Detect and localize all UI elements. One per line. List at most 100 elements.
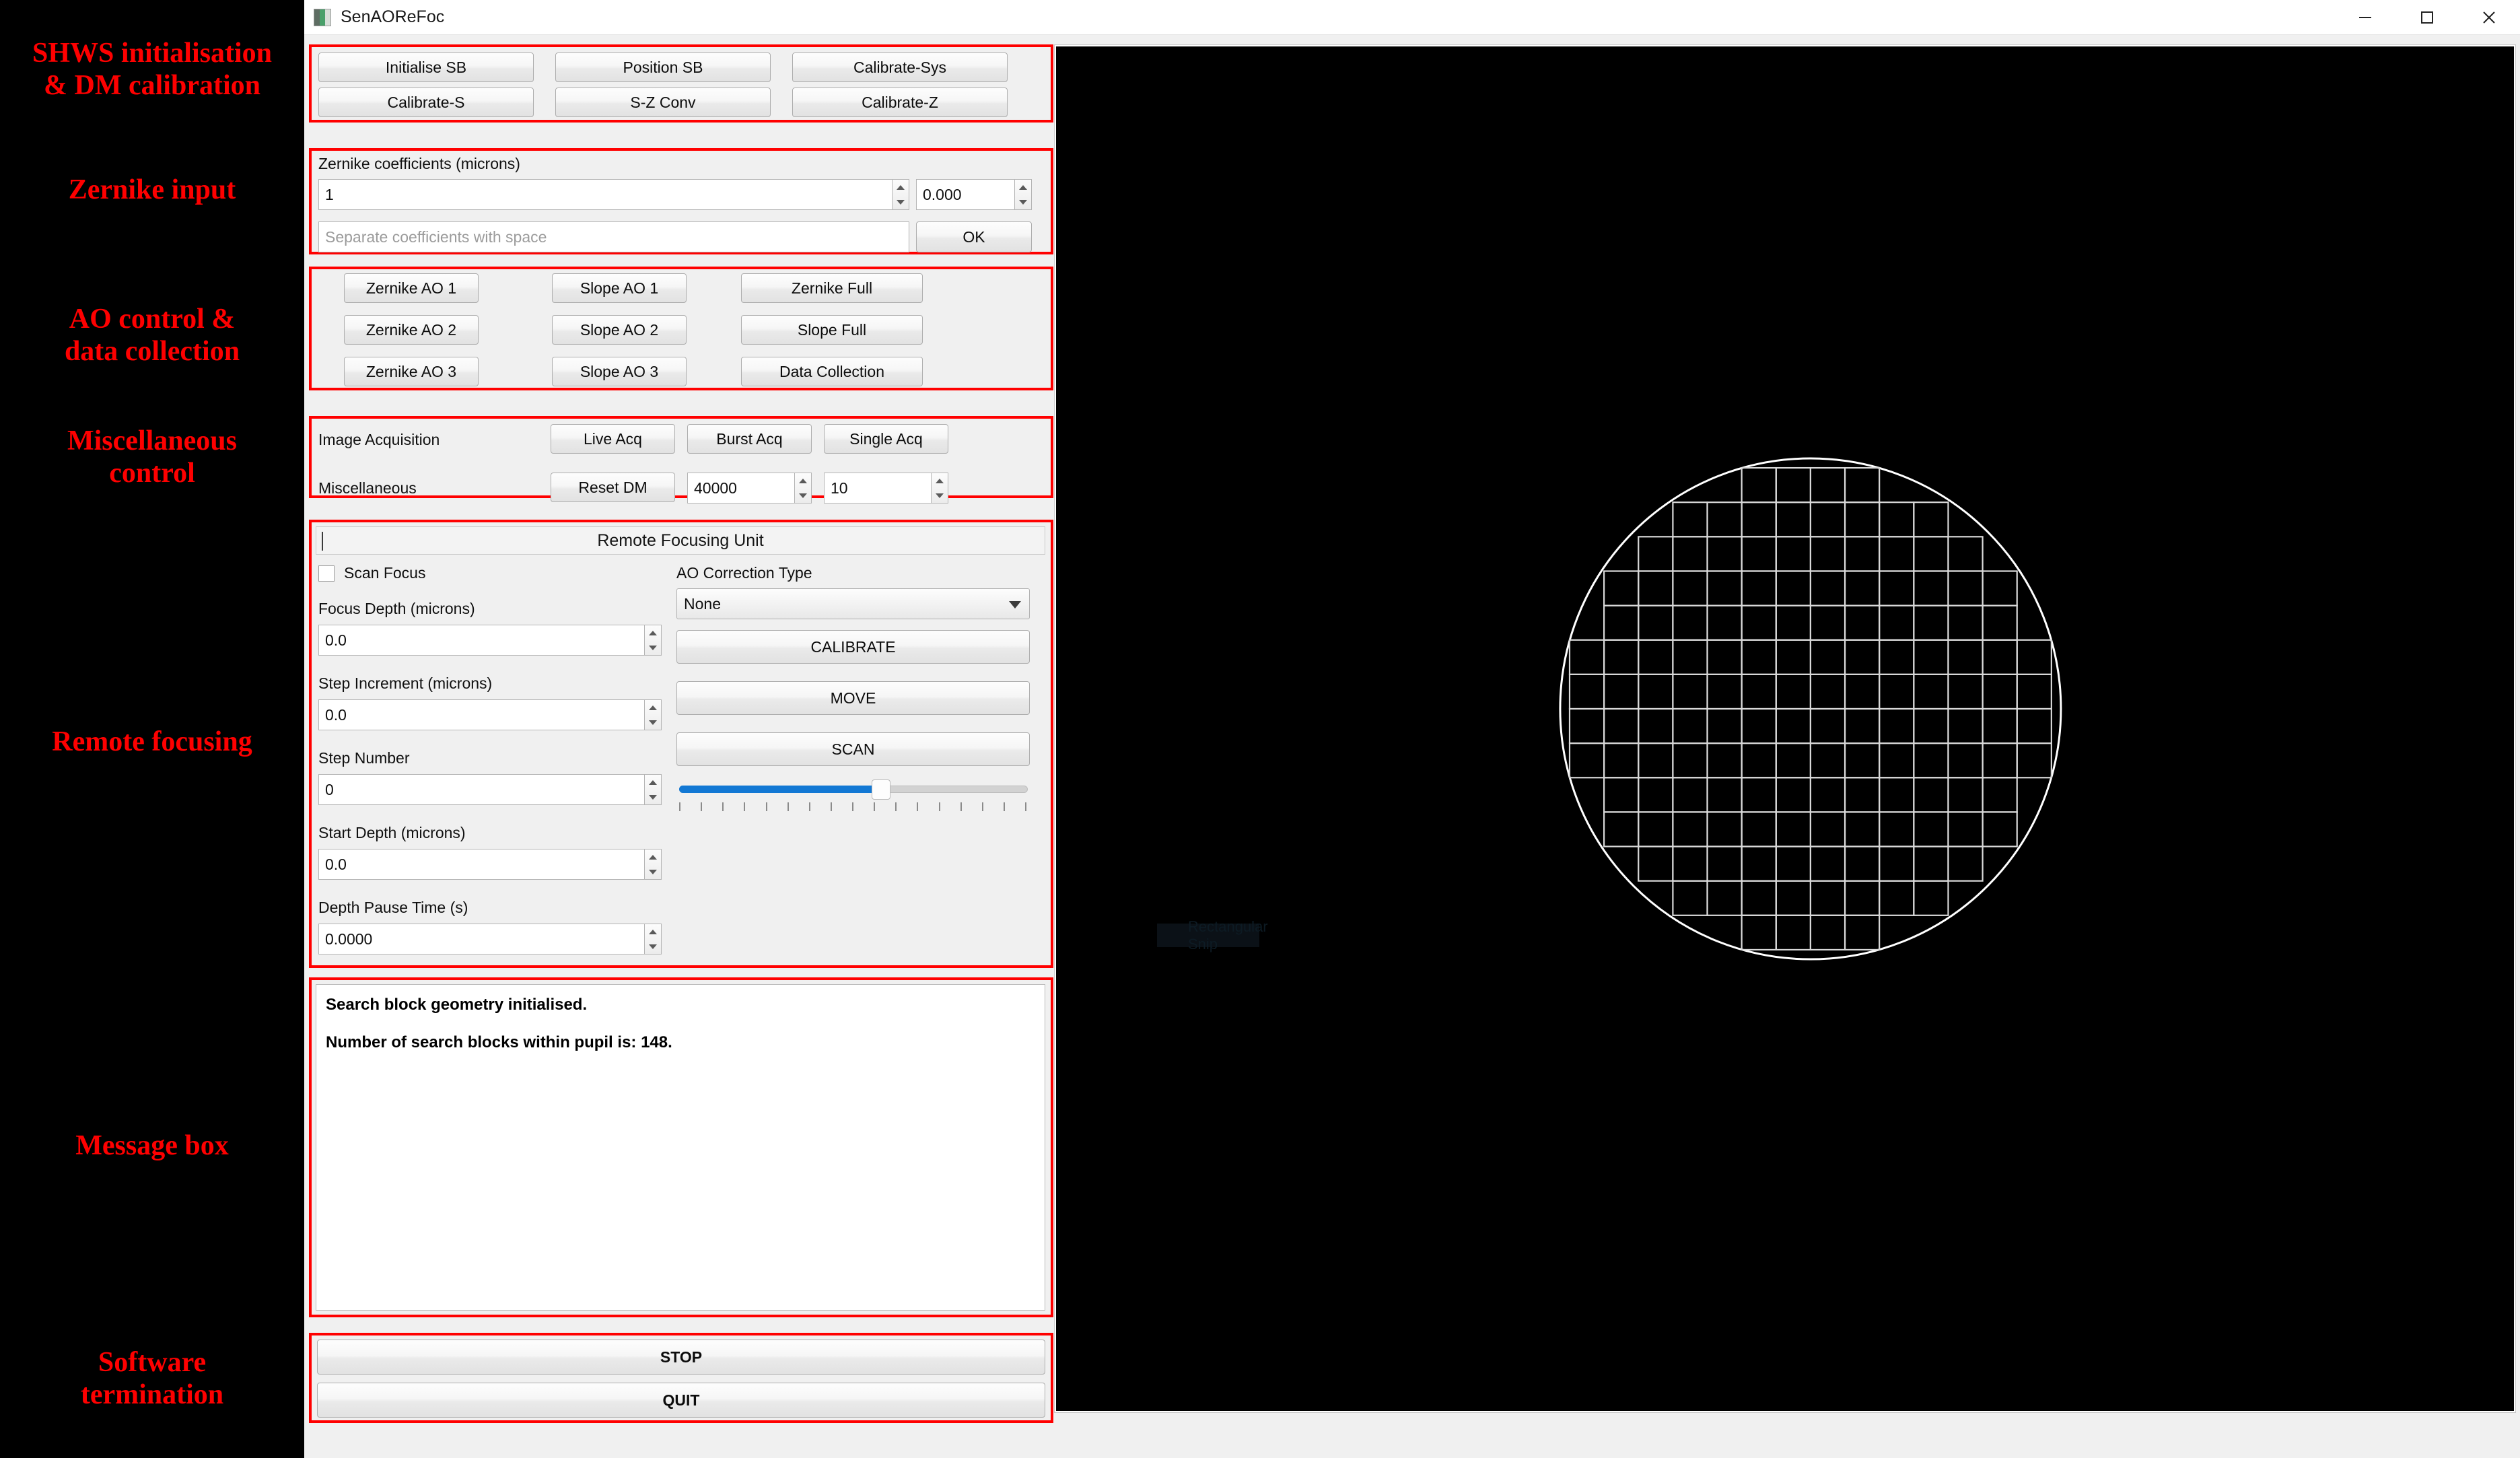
step-increment-stepper[interactable]: [644, 699, 662, 730]
start-depth-stepper[interactable]: [644, 849, 662, 880]
initialise-sb-button[interactable]: Initialise SB: [318, 53, 534, 82]
annotation-column: SHWS initialisation & DM calibration Zern…: [0, 0, 304, 1458]
spin-up-icon[interactable]: [932, 473, 948, 488]
message-line: Number of search blocks within pupil is:…: [326, 1033, 672, 1051]
move-button[interactable]: MOVE: [676, 681, 1030, 715]
step-increment-spinbox[interactable]: 0.0: [318, 699, 662, 730]
annotation-label: Miscellaneous control: [67, 425, 237, 489]
start-depth-value[interactable]: 0.0: [318, 849, 644, 880]
spin-up-icon[interactable]: [645, 924, 661, 939]
slope-ao-1-button[interactable]: Slope AO 1: [552, 273, 687, 303]
slider-tick: [917, 802, 919, 811]
focus-depth-spinbox[interactable]: 0.0: [318, 625, 662, 656]
remote-focusing-header: Remote Focusing Unit: [316, 526, 1045, 555]
focus-depth-value[interactable]: 0.0: [318, 625, 644, 656]
single-acq-button[interactable]: Single Acq: [824, 424, 948, 454]
slider-tick: [938, 802, 940, 811]
zernike-coefficients-input[interactable]: Separate coefficients with space: [318, 221, 909, 252]
slider-tick: [1003, 802, 1005, 811]
spin-down-icon[interactable]: [893, 195, 909, 209]
spin-down-icon[interactable]: [645, 640, 661, 655]
maximize-icon[interactable]: [2396, 0, 2458, 35]
scan-button[interactable]: SCAN: [676, 732, 1030, 766]
minimize-icon[interactable]: [2334, 0, 2396, 35]
calibrate-s-button[interactable]: Calibrate-S: [318, 88, 534, 117]
slope-ao-3-button[interactable]: Slope AO 3: [552, 357, 687, 386]
quit-button[interactable]: QUIT: [317, 1383, 1045, 1418]
focus-depth-stepper[interactable]: [644, 625, 662, 656]
close-icon[interactable]: [2458, 0, 2520, 35]
zernike-ao-1-button[interactable]: Zernike AO 1: [344, 273, 479, 303]
slope-ao-2-button[interactable]: Slope AO 2: [552, 315, 687, 345]
spin-down-icon[interactable]: [645, 790, 661, 804]
sz-conv-button[interactable]: S-Z Conv: [555, 88, 771, 117]
ao-correction-type-select[interactable]: None: [676, 588, 1030, 619]
zernike-full-button[interactable]: Zernike Full: [741, 273, 923, 303]
annotation-label: SHWS initialisation & DM calibration: [32, 38, 272, 102]
depth-pause-time-spinbox[interactable]: 0.0000: [318, 924, 662, 954]
depth-pause-time-stepper[interactable]: [644, 924, 662, 954]
spin-up-icon[interactable]: [645, 625, 661, 640]
shws-image-canvas[interactable]: Rectangular Snip: [1054, 44, 2516, 1413]
spin-up-icon[interactable]: [893, 180, 909, 195]
spin-up-icon[interactable]: [1015, 180, 1031, 195]
step-number-value[interactable]: 0: [318, 774, 644, 805]
zernike-index-value[interactable]: 1: [318, 179, 892, 210]
text-caret: [322, 532, 323, 551]
zernike-ao-2-button[interactable]: Zernike AO 2: [344, 315, 479, 345]
message-line: Search block geometry initialised.: [326, 996, 588, 1014]
spin-up-icon[interactable]: [645, 700, 661, 715]
exposure-spinbox[interactable]: 40000: [687, 473, 812, 504]
spin-down-icon[interactable]: [795, 488, 811, 503]
zernike-ok-button[interactable]: OK: [916, 221, 1032, 252]
scan-focus-label: Scan Focus: [344, 564, 426, 582]
gain-stepper[interactable]: [931, 473, 948, 504]
ao-correction-type-value: None: [684, 594, 721, 613]
calibrate-z-button[interactable]: Calibrate-Z: [792, 88, 1008, 117]
stop-button[interactable]: STOP: [317, 1340, 1045, 1375]
spin-down-icon[interactable]: [645, 864, 661, 879]
step-number-spinbox[interactable]: 0: [318, 774, 662, 805]
spin-down-icon[interactable]: [645, 715, 661, 730]
zernike-index-spinbox[interactable]: 1: [318, 179, 909, 210]
rectangular-snip-overlay[interactable]: Rectangular Snip: [1157, 918, 1268, 952]
burst-acq-button[interactable]: Burst Acq: [687, 424, 812, 454]
spin-down-icon[interactable]: [1015, 195, 1031, 209]
slider-tick: [679, 802, 680, 811]
start-depth-label: Start Depth (microns): [318, 824, 466, 841]
zernike-amplitude-value[interactable]: 0.000: [916, 179, 1014, 210]
spin-down-icon[interactable]: [645, 939, 661, 954]
depth-pause-time-value[interactable]: 0.0000: [318, 924, 644, 954]
message-box[interactable]: Search block geometry initialised. Numbe…: [316, 984, 1045, 1311]
reset-dm-button[interactable]: Reset DM: [551, 473, 675, 502]
calibrate-sys-button[interactable]: Calibrate-Sys: [792, 53, 1008, 82]
zernike-ao-3-button[interactable]: Zernike AO 3: [344, 357, 479, 386]
position-sb-button[interactable]: Position SB: [555, 53, 771, 82]
zernike-amplitude-stepper[interactable]: [1014, 179, 1032, 210]
start-depth-spinbox[interactable]: 0.0: [318, 849, 662, 880]
step-increment-value[interactable]: 0.0: [318, 699, 644, 730]
miscellaneous-control-panel: Image Acquisition Live Acq Burst Acq Sin…: [309, 416, 1053, 504]
spin-up-icon[interactable]: [795, 473, 811, 488]
slope-full-button[interactable]: Slope Full: [741, 315, 923, 345]
zernike-amplitude-spinbox[interactable]: 0.000: [916, 179, 1032, 210]
spin-up-icon[interactable]: [645, 849, 661, 864]
step-number-stepper[interactable]: [644, 774, 662, 805]
slider-handle[interactable]: [872, 779, 891, 800]
zernike-index-stepper[interactable]: [892, 179, 909, 210]
pupil-search-block-graphic: [1559, 457, 2062, 961]
gain-spinbox[interactable]: 10: [824, 473, 948, 504]
chevron-down-icon[interactable]: [1009, 595, 1021, 613]
exposure-value[interactable]: 40000: [687, 473, 794, 504]
app-icon: [314, 8, 331, 26]
calibrate-button[interactable]: CALIBRATE: [676, 630, 1030, 664]
checkbox-box[interactable]: [318, 565, 335, 582]
data-collection-button[interactable]: Data Collection: [741, 357, 923, 386]
gain-value[interactable]: 10: [824, 473, 931, 504]
spin-down-icon[interactable]: [932, 488, 948, 503]
exposure-stepper[interactable]: [794, 473, 812, 504]
spin-up-icon[interactable]: [645, 775, 661, 790]
scan-depth-slider[interactable]: [679, 778, 1028, 813]
scan-focus-checkbox[interactable]: Scan Focus: [318, 564, 425, 582]
live-acq-button[interactable]: Live Acq: [551, 424, 675, 454]
